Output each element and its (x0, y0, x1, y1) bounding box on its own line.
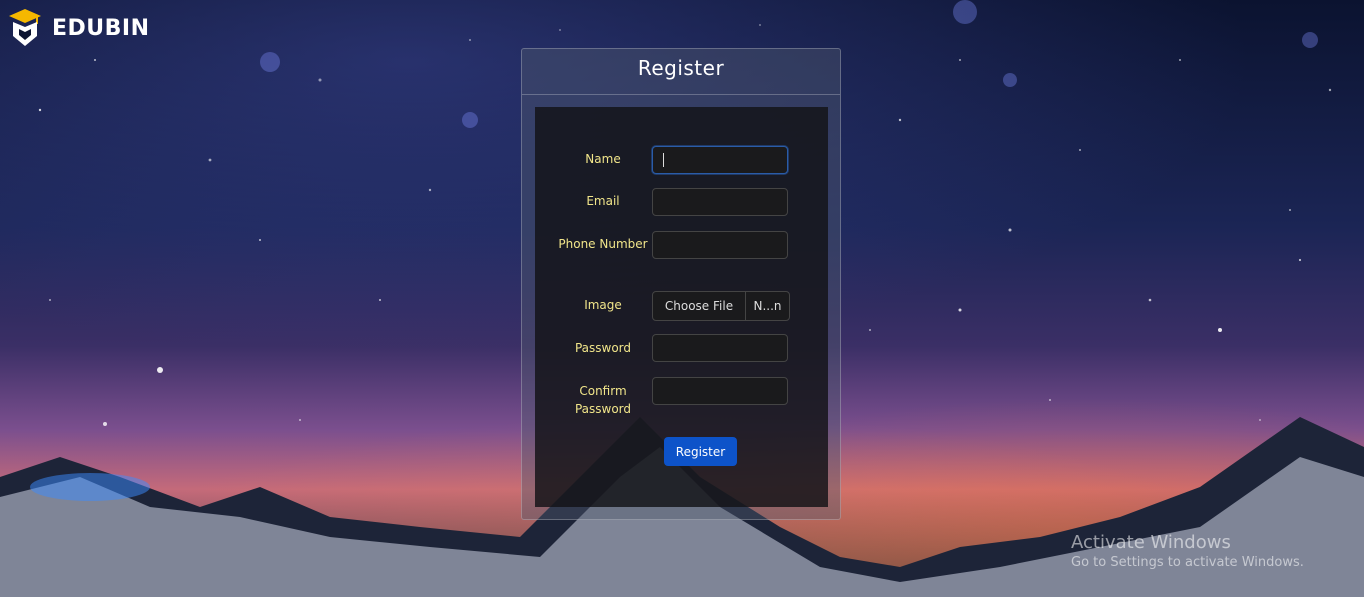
brand-name: EDUBIN (52, 15, 150, 41)
watermark-title: Activate Windows (1071, 532, 1231, 553)
phone-number-input[interactable] (652, 231, 788, 259)
watermark-subtitle: Go to Settings to activate Windows. (1071, 555, 1304, 570)
confirm-password-input[interactable] (652, 377, 788, 405)
register-card: Register Name Email Phone Number Image C… (521, 48, 841, 520)
register-form: Name Email Phone Number Image Choose Fil… (535, 107, 828, 507)
register-button[interactable]: Register (664, 437, 737, 466)
name-label: Name (585, 152, 621, 166)
email-input[interactable] (652, 188, 788, 216)
choose-file-button[interactable]: Choose File (653, 292, 746, 320)
text-caret (663, 153, 664, 167)
form-title: Register (522, 49, 840, 95)
brand[interactable]: EDUBIN (8, 8, 150, 48)
password-input[interactable] (652, 334, 788, 362)
graduation-cap-shield-icon (9, 9, 41, 46)
email-label: Email (586, 194, 620, 208)
password-label: Password (574, 341, 632, 355)
image-label: Image (584, 298, 622, 312)
name-input[interactable] (652, 146, 788, 174)
file-name-text: N...n (753, 299, 782, 313)
windows-activation-watermark: Activate Windows Go to Settings to activ… (1071, 532, 1304, 570)
image-file-input[interactable]: Choose File N...n (652, 291, 790, 321)
confirm-password-label: Confirm Password (574, 384, 632, 416)
phone-number-label: Phone Number (558, 237, 648, 251)
